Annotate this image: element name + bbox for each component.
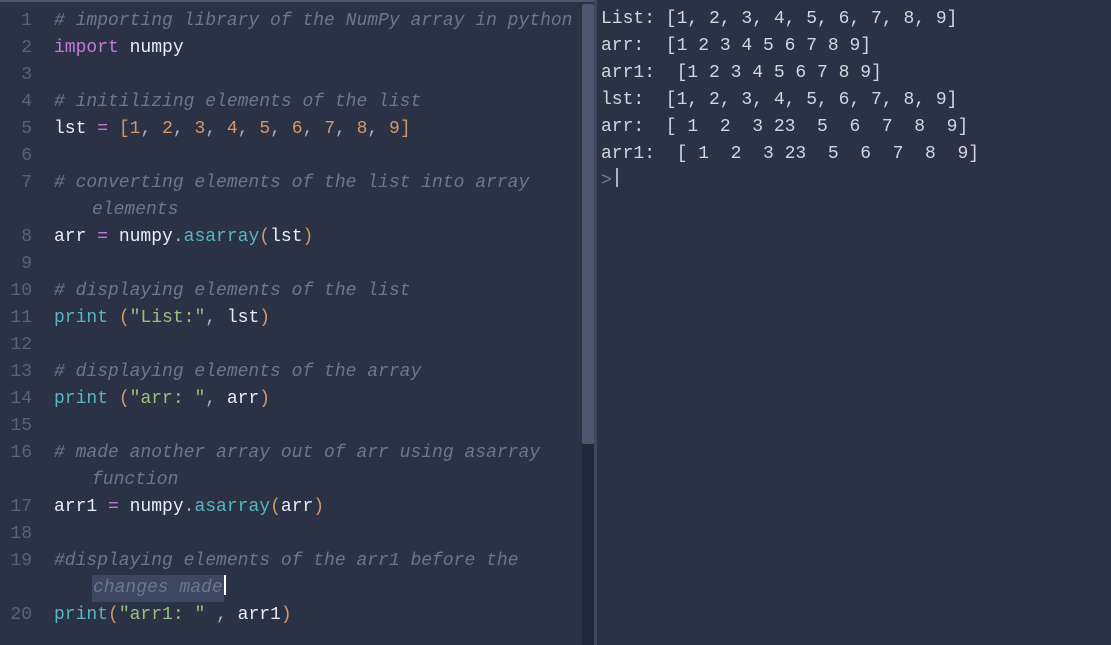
console-line: arr: [1 2 3 4 5 6 7 8 9] bbox=[601, 33, 1111, 60]
console-line: List: [1, 2, 3, 4, 5, 6, 7, 8, 9] bbox=[601, 6, 1111, 33]
line-number: 1 bbox=[0, 8, 32, 35]
code-line[interactable]: #displaying elements of the arr1 before … bbox=[54, 548, 594, 575]
code-line[interactable]: # initilizing elements of the list bbox=[54, 89, 594, 116]
code-line[interactable]: import numpy bbox=[54, 35, 594, 62]
line-number: 10 bbox=[0, 278, 32, 305]
code-line[interactable]: # importing library of the NumPy array i… bbox=[54, 8, 594, 35]
code-line[interactable]: lst = [1, 2, 3, 4, 5, 6, 7, 8, 9] bbox=[54, 116, 594, 143]
line-number: 16 bbox=[0, 440, 32, 467]
line-number: 2 bbox=[0, 35, 32, 62]
code-line[interactable]: # made another array out of arr using as… bbox=[54, 440, 594, 467]
console-cursor bbox=[616, 168, 618, 187]
editor-scrollbar-thumb[interactable] bbox=[582, 4, 594, 444]
line-number: 5 bbox=[0, 116, 32, 143]
line-number: 12 bbox=[0, 332, 32, 359]
code-line[interactable]: arr = numpy.asarray(lst) bbox=[54, 224, 594, 251]
editor-scrollbar[interactable] bbox=[582, 4, 594, 645]
code-line[interactable] bbox=[54, 521, 594, 548]
line-number: 3 bbox=[0, 62, 32, 89]
line-number: 13 bbox=[0, 359, 32, 386]
line-number: 11 bbox=[0, 305, 32, 332]
code-line[interactable] bbox=[54, 143, 594, 170]
console-line: arr1: [1 2 3 4 5 6 7 8 9] bbox=[601, 60, 1111, 87]
ide-window: 1234567891011121314151617181920 # import… bbox=[0, 0, 1111, 645]
code-line[interactable]: print ("List:", lst) bbox=[54, 305, 594, 332]
line-number: 4 bbox=[0, 89, 32, 116]
code-line-wrap[interactable]: changes made bbox=[54, 575, 594, 602]
console-line: lst: [1, 2, 3, 4, 5, 6, 7, 8, 9] bbox=[601, 87, 1111, 114]
text-caret bbox=[224, 575, 226, 595]
output-console-pane[interactable]: List: [1, 2, 3, 4, 5, 6, 7, 8, 9]arr: [1… bbox=[597, 0, 1111, 645]
console-line: arr1: [ 1 2 3 23 5 6 7 8 9] bbox=[601, 141, 1111, 168]
code-line[interactable] bbox=[54, 413, 594, 440]
code-line[interactable] bbox=[54, 62, 594, 89]
line-number: 15 bbox=[0, 413, 32, 440]
line-number: 20 bbox=[0, 602, 32, 629]
code-line[interactable]: print("arr1: " , arr1) bbox=[54, 602, 594, 629]
code-line-wrap[interactable]: function bbox=[54, 467, 594, 494]
line-number: 17 bbox=[0, 494, 32, 521]
line-number: 14 bbox=[0, 386, 32, 413]
line-number: 18 bbox=[0, 521, 32, 548]
console-line: arr: [ 1 2 3 23 5 6 7 8 9] bbox=[601, 114, 1111, 141]
line-number: 19 bbox=[0, 548, 32, 575]
code-line[interactable]: # displaying elements of the list bbox=[54, 278, 594, 305]
console-prompt-line[interactable]: > bbox=[601, 168, 1111, 195]
line-number: 8 bbox=[0, 224, 32, 251]
line-number: 6 bbox=[0, 143, 32, 170]
code-line[interactable]: print ("arr: ", arr) bbox=[54, 386, 594, 413]
code-line-wrap[interactable]: elements bbox=[54, 197, 594, 224]
line-number: 9 bbox=[0, 251, 32, 278]
line-number-gutter: 1234567891011121314151617181920 bbox=[0, 2, 44, 645]
line-number: 7 bbox=[0, 170, 32, 197]
code-line[interactable] bbox=[54, 251, 594, 278]
code-line[interactable]: # converting elements of the list into a… bbox=[54, 170, 594, 197]
code-editor-pane[interactable]: 1234567891011121314151617181920 # import… bbox=[0, 0, 594, 645]
code-line[interactable]: arr1 = numpy.asarray(arr) bbox=[54, 494, 594, 521]
code-line[interactable] bbox=[54, 332, 594, 359]
code-line[interactable]: # displaying elements of the array bbox=[54, 359, 594, 386]
console-prompt: > bbox=[601, 171, 612, 191]
code-area[interactable]: # importing library of the NumPy array i… bbox=[44, 2, 594, 645]
